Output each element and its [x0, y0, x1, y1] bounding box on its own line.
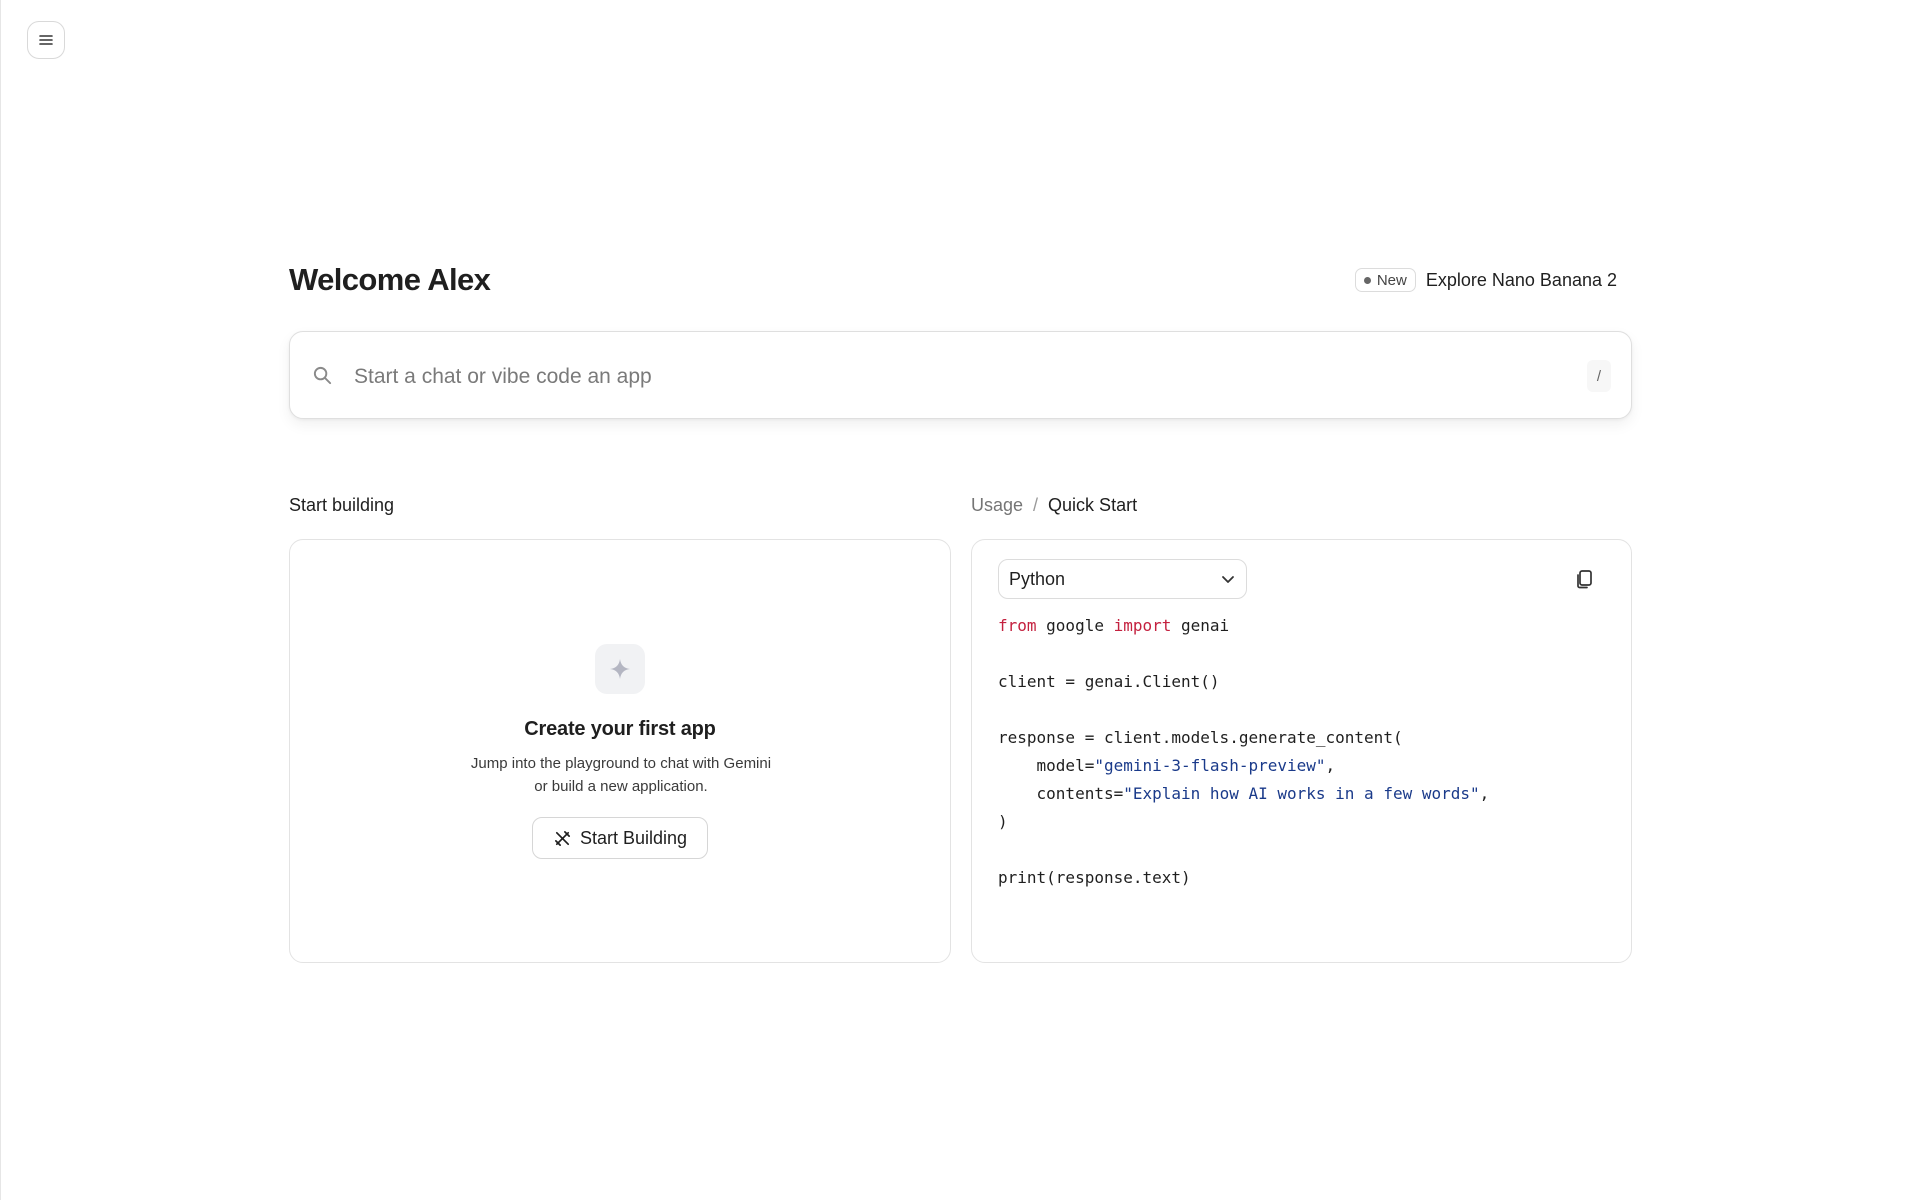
build-tools-icon: [554, 830, 570, 846]
keyboard-shortcut-hint: /: [1587, 360, 1611, 392]
start-building-button[interactable]: Start Building: [532, 817, 708, 859]
code-line-6: ): [998, 812, 1008, 831]
code-line-2: client = genai.Client(): [998, 672, 1220, 691]
main-content: Welcome Alex New Explore Nano Banana 2 /…: [289, 0, 1632, 1200]
code-line-3: response = client.models.generate_conten…: [998, 728, 1403, 747]
code-line-4: model="gemini-3-flash-preview",: [998, 756, 1336, 775]
breadcrumb-usage[interactable]: Usage: [971, 495, 1023, 516]
explore-link[interactable]: Explore Nano Banana 2: [1426, 270, 1617, 291]
breadcrumb: Usage / Quick Start: [971, 495, 1137, 516]
start-building-card: Create your first app Jump into the play…: [289, 539, 951, 963]
chevron-down-icon: [1222, 576, 1234, 583]
start-building-heading: Start building: [289, 495, 395, 515]
page-title: Welcome Alex: [289, 262, 491, 297]
hamburger-menu-icon: [39, 35, 53, 45]
code-snippet: from google import genai client = genai.…: [998, 612, 1489, 892]
badge-dot: [1363, 276, 1371, 284]
sparkle-icon-container: [595, 644, 645, 694]
breadcrumb-separator: /: [1033, 495, 1039, 515]
sparkle-icon: [610, 659, 630, 679]
promo-banner[interactable]: New Explore Nano Banana 2: [1354, 268, 1617, 292]
language-select[interactable]: Python: [998, 559, 1247, 599]
search-bar[interactable]: /: [289, 331, 1632, 419]
start-building-label: Start Building: [579, 827, 688, 848]
code-line-5: contents="Explain how AI works in a few …: [998, 784, 1490, 803]
code-line-1: from google import genai: [998, 616, 1230, 635]
quick-start-card: Python from google import genai client =…: [971, 539, 1632, 963]
menu-toggle-button[interactable]: [27, 21, 65, 59]
search-icon: [313, 366, 332, 385]
new-badge-label: New: [1376, 271, 1407, 289]
search-input[interactable]: [352, 356, 1536, 398]
breadcrumb-quick-start: Quick Start: [1048, 495, 1138, 515]
card-description: Jump into the playground to chat with Ge…: [470, 755, 772, 795]
copy-icon[interactable]: [1573, 568, 1595, 590]
code-line-7: print(response.text): [998, 868, 1191, 887]
card-title: Create your first app: [524, 718, 716, 740]
left-rail-divider: [0, 0, 1, 1200]
language-select-value: Python: [1009, 568, 1066, 589]
new-badge: New: [1354, 268, 1416, 292]
